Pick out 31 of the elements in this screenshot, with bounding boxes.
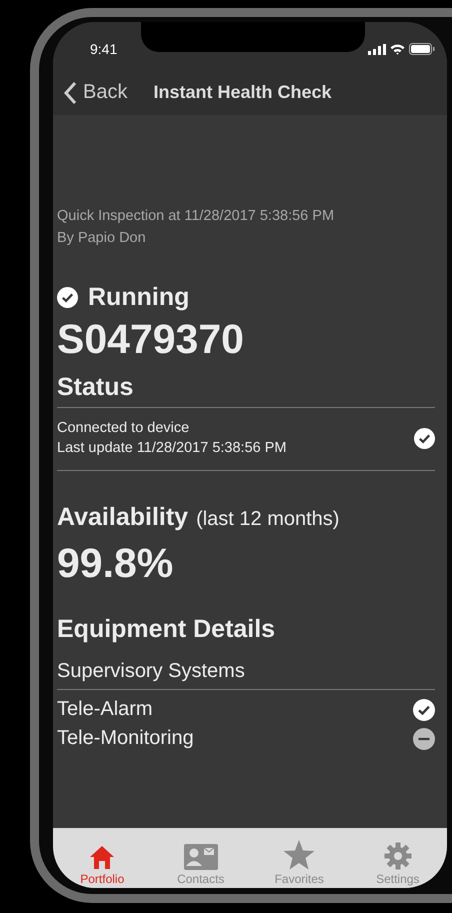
tab-item[interactable]: Portfolio xyxy=(53,828,152,888)
availability-period: (last 12 months) xyxy=(196,508,340,531)
availability-value: 99.8% xyxy=(57,540,174,587)
check-circle-icon xyxy=(413,698,435,720)
serial-number: S0479370 xyxy=(57,316,245,363)
inspector-name: By Papio Don xyxy=(57,229,147,248)
status-heading: Status xyxy=(57,373,435,408)
battery-icon xyxy=(409,43,435,55)
connection-status: Connected to device xyxy=(57,419,190,438)
equipment-item: Tele-Alarm xyxy=(57,698,153,721)
tab-item[interactable]: Contacts xyxy=(152,828,250,888)
last-update: Last update 11/28/2017 5:38:56 PM xyxy=(57,439,286,458)
star-icon xyxy=(283,840,316,870)
status-time: 9:41 xyxy=(90,40,118,57)
availability-heading: Availability xyxy=(57,503,188,532)
chevron-left-icon xyxy=(63,80,77,104)
signal-icon xyxy=(368,44,386,54)
minus-circle-icon xyxy=(413,728,435,750)
screen-title: Instant Health Check xyxy=(153,82,332,103)
wifi-icon xyxy=(390,44,405,54)
equipment-item: Tele-Monitoring xyxy=(57,727,194,750)
running-status: Running xyxy=(88,283,190,312)
gear-icon xyxy=(384,842,412,870)
back-button[interactable]: Back xyxy=(63,80,128,104)
contact-card-icon xyxy=(184,844,218,870)
inspection-info: Quick Inspection at 11/28/2017 5:38:56 PM xyxy=(57,207,336,226)
tab-item[interactable]: Settings xyxy=(348,828,447,888)
tab-item[interactable]: Favorites xyxy=(250,828,348,888)
home-icon xyxy=(88,844,116,870)
equipment-group: Supervisory Systems xyxy=(57,660,435,690)
equipment-heading: Equipment Details xyxy=(57,615,276,644)
